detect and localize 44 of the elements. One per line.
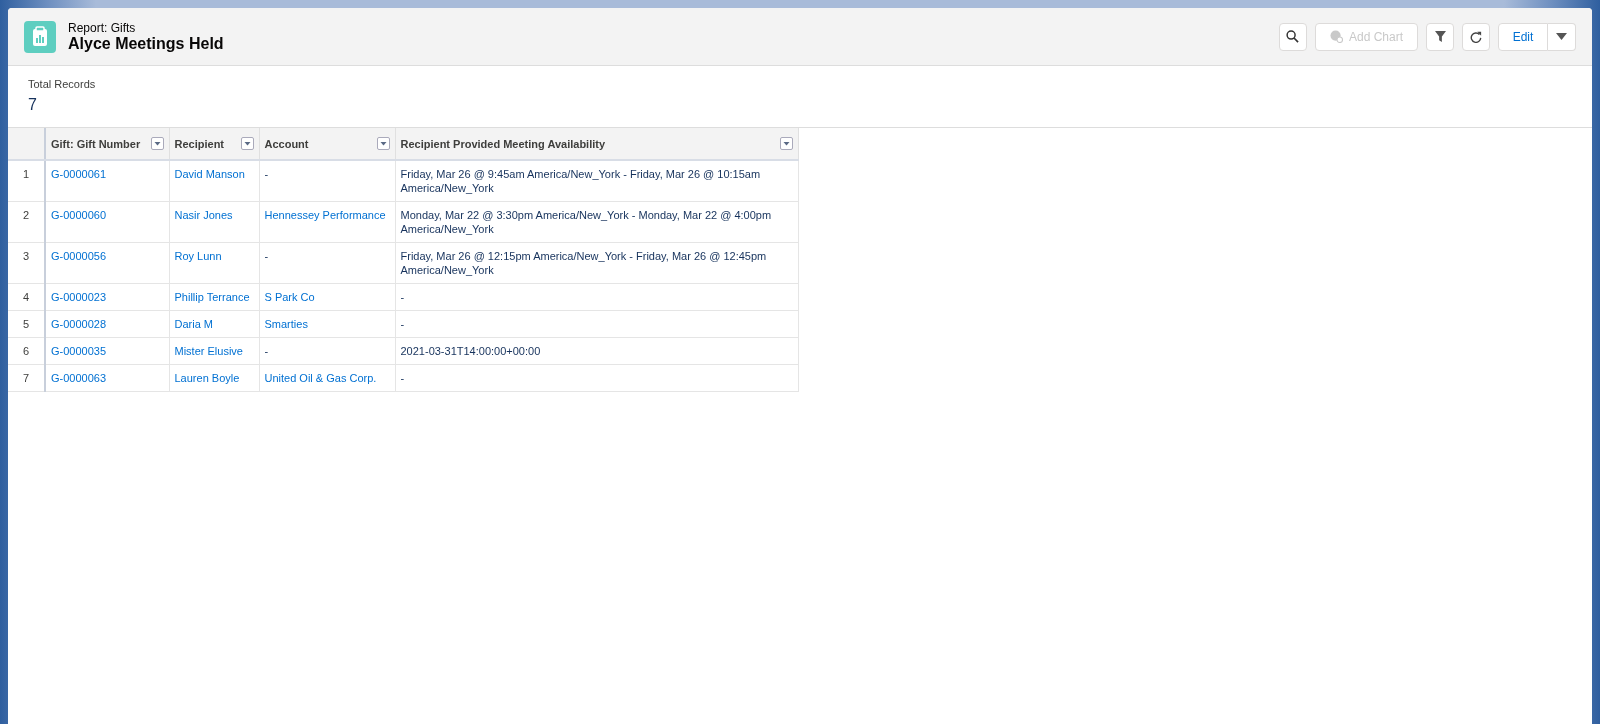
recipient-link[interactable]: Nasir Jones — [174, 209, 233, 221]
meeting-availability: Friday, Mar 26 @ 9:45am America/New_York - Friday, Mar 26 @ 10:15am America/New_York — [400, 168, 761, 194]
row-number: 6 — [8, 337, 45, 365]
row-number: 3 — [8, 242, 45, 284]
recipient-link[interactable]: Mister Elusive — [174, 345, 243, 357]
meeting-availability: - — [400, 291, 405, 303]
recipient-link[interactable]: Lauren Boyle — [174, 372, 240, 384]
account-link[interactable]: Smarties — [264, 318, 308, 330]
recipient-link[interactable]: Daria M — [174, 318, 213, 330]
meeting-availability: - — [400, 372, 405, 384]
gift-number-link[interactable]: G-0000023 — [51, 291, 107, 303]
account-link[interactable]: S Park Co — [264, 291, 315, 303]
gift-number-link[interactable]: G-0000028 — [51, 318, 107, 330]
row-number: 7 — [8, 364, 45, 392]
total-records-value: 7 — [28, 96, 38, 114]
column-header[interactable]: Recipient Provided Meeting Availability — [395, 128, 798, 160]
edit-button[interactable]: Edit — [1498, 22, 1548, 51]
gift-number-link[interactable]: G-0000061 — [51, 168, 107, 180]
account-cell: - — [264, 168, 269, 180]
account-link[interactable]: Hennessey Performance — [264, 209, 386, 221]
column-header[interactable]: Gift: Gift Number — [45, 128, 169, 160]
meeting-availability: 2021-03-31T14:00:00+00:00 — [400, 345, 541, 357]
gift-number-link[interactable]: G-0000063 — [51, 372, 107, 384]
account-cell: - — [264, 345, 269, 357]
account-link[interactable]: United Oil & Gas Corp. — [264, 372, 377, 384]
row-number: 5 — [8, 310, 45, 338]
recipient-link[interactable]: Phillip Terrance — [174, 291, 250, 303]
recipient-link[interactable]: David Manson — [174, 168, 245, 180]
row-number: 1 — [8, 160, 45, 202]
row-number: 4 — [8, 283, 45, 311]
meeting-availability: Monday, Mar 22 @ 3:30pm America/New_York - Monday, Mar 22 @ 4:00pm America/New_York — [400, 209, 772, 235]
meeting-availability: - — [400, 318, 405, 330]
report-title: Alyce Meetings Held — [68, 34, 224, 53]
total-records-label: Total Records — [28, 78, 97, 90]
gift-number-link[interactable]: G-0000035 — [51, 345, 107, 357]
column-header[interactable]: Account — [259, 128, 395, 160]
row-number: 2 — [8, 201, 45, 243]
account-cell: - — [264, 250, 269, 262]
gift-number-link[interactable]: G-0000056 — [51, 250, 107, 262]
report-type: Report: Gifts — [68, 20, 137, 35]
meeting-availability: Friday, Mar 26 @ 12:15pm America/New_York - Friday, Mar 26 @ 12:45pm America/New_York — [400, 250, 767, 276]
column-header[interactable]: Recipient — [169, 128, 259, 160]
gift-number-link[interactable]: G-0000060 — [51, 209, 107, 221]
recipient-link[interactable]: Roy Lunn — [174, 250, 222, 262]
